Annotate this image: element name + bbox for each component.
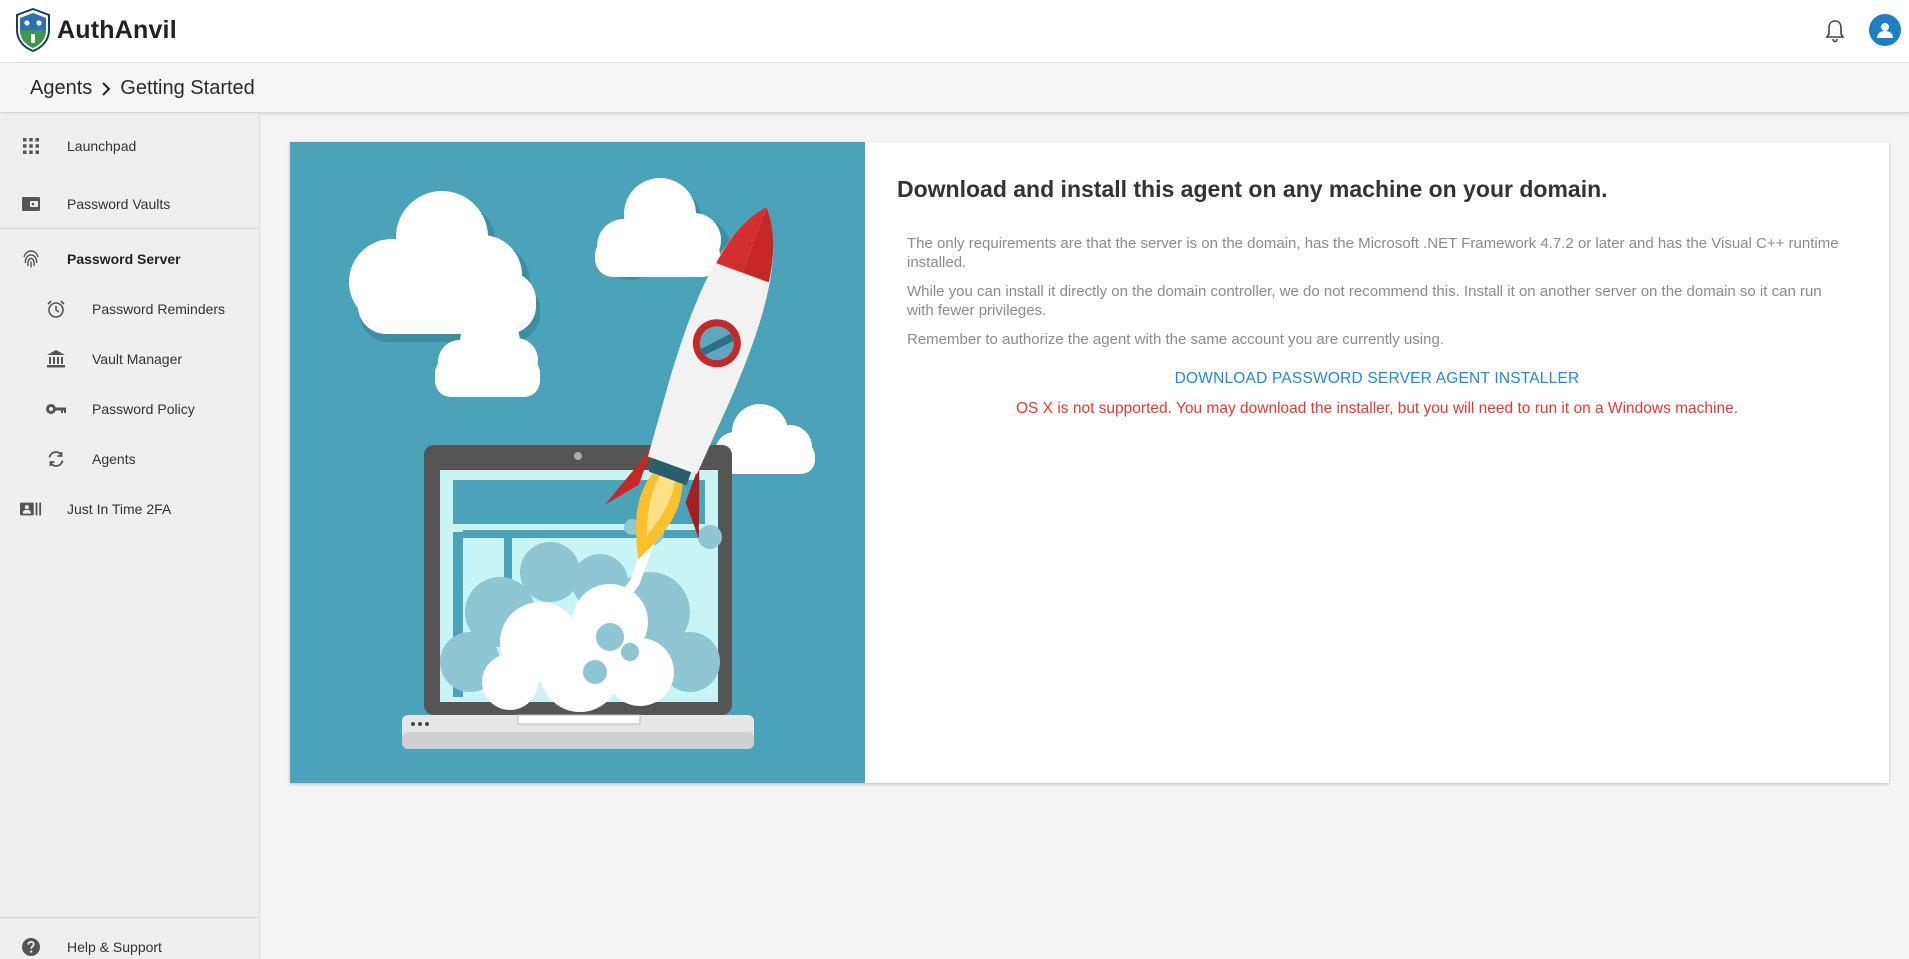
sidebar-item-password-server[interactable]: Password Server [0,239,259,279]
key-icon [45,398,67,420]
sidebar-item-label: Password Vaults [67,196,171,212]
app-name: AuthAnvil [57,15,177,44]
grid-icon [20,135,42,157]
breadcrumb: Agents Getting Started [30,77,255,100]
wallet-icon [20,193,42,215]
sidebar-item-password-vaults[interactable]: Password Vaults [0,184,259,224]
requirements-text: The only requirements are that the serve… [907,235,1839,271]
breadcrumb-agents[interactable]: Agents [30,77,92,100]
sidebar: Launchpad Password Vaults Password Serve… [0,114,260,959]
sidebar-item-label: Vault Manager [92,351,183,367]
download-installer-link[interactable]: DOWNLOAD PASSWORD SERVER AGENT INSTALLER [865,370,1889,388]
sidebar-item-password-reminders[interactable]: Password Reminders [0,289,259,329]
sidebar-item-label: Password Reminders [92,301,226,317]
sidebar-item-help-support[interactable]: Help & Support [0,927,259,959]
sidebar-divider [0,228,259,229]
domain-controller-note: While you can install it directly on the… [907,283,1822,319]
bell-icon[interactable] [1823,18,1847,44]
sidebar-item-label: Just In Time 2FA [67,501,172,517]
rocket-launch-illustration [290,142,865,783]
authanvil-shield-icon [16,8,50,52]
sidebar-item-label: Password Policy [92,401,195,417]
id-card-icon [20,498,42,520]
sidebar-item-label: Launchpad [67,138,137,154]
authorize-note: Remember to authorize the agent with the… [907,331,1444,348]
sidebar-item-launchpad[interactable]: Launchpad [0,126,259,166]
content-panel: Download and install this agent on any m… [865,142,1889,783]
help-circle-icon [20,936,42,958]
bank-icon [45,348,67,370]
sidebar-item-label: Password Server [67,251,181,267]
sidebar-divider [0,917,259,918]
chevron-right-icon [100,81,112,97]
page-title: Download and install this agent on any m… [897,176,1608,202]
sidebar-item-agents[interactable]: Agents [0,439,259,479]
sidebar-item-password-policy[interactable]: Password Policy [0,389,259,429]
sidebar-item-label: Help & Support [67,939,162,955]
user-avatar-icon[interactable] [1869,14,1901,46]
top-header: AuthAnvil [0,0,1909,63]
sync-icon [45,448,67,470]
sidebar-item-vault-manager[interactable]: Vault Manager [0,339,259,379]
breadcrumb-bar: Agents Getting Started [0,64,1909,113]
breadcrumb-getting-started: Getting Started [120,77,255,99]
sidebar-item-just-in-time-2fa[interactable]: Just In Time 2FA [0,489,259,529]
app-logo[interactable]: AuthAnvil [15,8,177,52]
alarm-clock-icon [45,298,67,320]
osx-warning: OS X is not supported. You may download … [1015,400,1739,417]
getting-started-card: Download and install this agent on any m… [290,142,1889,783]
sidebar-item-label: Agents [92,451,136,467]
fingerprint-icon [20,248,42,270]
